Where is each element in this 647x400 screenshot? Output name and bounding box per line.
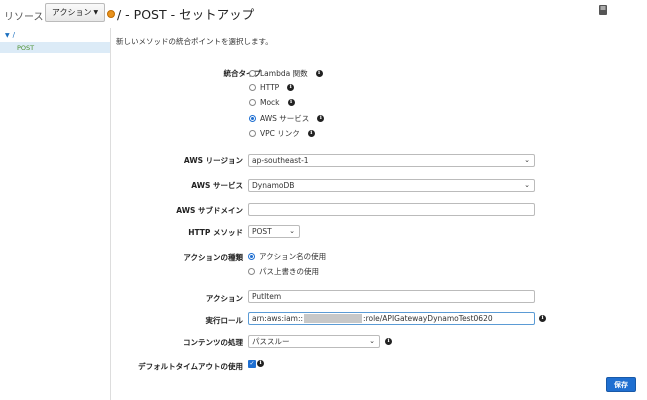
action-type-label: アクションの種類 [183, 253, 243, 262]
chevron-down-icon: ⌄ [289, 227, 295, 235]
action-label: アクション [205, 294, 243, 303]
status-dot-icon [107, 10, 115, 18]
content-handling-select[interactable]: パススルー ⌄ [248, 335, 380, 348]
default-timeout-checkbox[interactable]: ✓ [248, 360, 256, 368]
info-icon[interactable]: i [385, 338, 392, 345]
content-handling-label: コンテンツの処理 [183, 338, 243, 347]
radio-circle[interactable] [249, 70, 256, 77]
http-method-value: POST [252, 227, 272, 236]
intro-text: 新しいメソッドの統合ポイントを選択します。 [116, 37, 273, 46]
aws-region-label: AWS リージョン [183, 156, 243, 165]
aws-service-label: AWS サービス [191, 181, 243, 190]
radio-lambda-label: Lambda 関数 [260, 69, 308, 78]
http-method-label: HTTP メソッド [188, 228, 243, 237]
execution-role-prefix: arn:aws:iam:: [252, 314, 304, 323]
radio-lambda[interactable]: Lambda 関数 i [249, 68, 323, 79]
radio-use-path-override-label: パス上書きの使用 [259, 267, 319, 276]
radio-circle-selected[interactable] [249, 115, 256, 122]
info-icon[interactable]: i [315, 70, 323, 77]
chevron-down-icon: ⌄ [524, 181, 530, 189]
radio-mock[interactable]: Mock i [249, 98, 295, 107]
aws-region-select[interactable]: ap-southeast-1 ⌄ [248, 154, 535, 167]
top-bar: リソース アクション ▼ / - POST - セットアップ [0, 0, 647, 28]
info-icon[interactable]: i [317, 115, 325, 122]
aws-service-select[interactable]: DynamoDB ⌄ [248, 179, 535, 192]
tree-item-root-label: / [12, 31, 15, 39]
http-method-select[interactable]: POST ⌄ [248, 225, 300, 238]
page-title: / - POST - セットアップ [117, 7, 255, 22]
radio-vpc-link-label: VPC リンク [260, 129, 300, 138]
info-icon[interactable]: i [539, 315, 546, 322]
radio-aws-service[interactable]: AWS サービス i [249, 113, 325, 124]
action-input[interactable]: PutItem [248, 290, 535, 303]
radio-mock-label: Mock [260, 98, 280, 107]
radio-use-path-override[interactable]: パス上書きの使用 [248, 266, 319, 277]
aws-subdomain-input[interactable] [248, 203, 535, 216]
aws-subdomain-label: AWS サブドメイン [176, 206, 243, 215]
radio-use-action-name[interactable]: アクション名の使用 [248, 251, 326, 262]
actions-dropdown-button[interactable]: アクション ▼ [45, 3, 105, 22]
aws-service-value: DynamoDB [252, 181, 295, 190]
chevron-down-icon: ⌄ [369, 337, 375, 345]
book-icon[interactable] [598, 4, 608, 16]
radio-circle[interactable] [249, 130, 256, 137]
tree-item-post-label: POST [17, 44, 35, 52]
info-icon[interactable]: i [287, 99, 295, 106]
radio-circle[interactable] [248, 268, 255, 275]
integration-type-label: 統合タイプ [223, 69, 262, 78]
save-button[interactable]: 保存 [606, 377, 636, 392]
radio-circle[interactable] [249, 84, 256, 91]
default-timeout-label: デフォルトタイムアウトの使用 [138, 362, 243, 371]
info-icon[interactable]: i [257, 360, 264, 367]
content-handling-value: パススルー [252, 337, 290, 346]
chevron-down-icon: ⌄ [524, 156, 530, 164]
execution-role-label: 実行ロール [205, 316, 244, 325]
execution-role-input[interactable]: arn:aws:iam:::role/APIGatewayDynamoTest0… [248, 312, 535, 325]
radio-vpc-link[interactable]: VPC リンク i [249, 128, 315, 139]
aws-region-value: ap-southeast-1 [252, 156, 309, 165]
caret-down-icon: ▼ [93, 9, 99, 16]
redacted-account-id [304, 314, 363, 323]
expand-triangle-icon[interactable]: ▼ [5, 32, 10, 39]
setup-form: 新しいメソッドの統合ポイントを選択します。 統合タイプ Lambda 関数 i … [111, 28, 647, 400]
radio-circle[interactable] [249, 99, 256, 106]
info-icon[interactable]: i [287, 84, 295, 91]
tree-item-root[interactable]: ▼ / [5, 31, 15, 39]
radio-circle-selected[interactable] [248, 253, 255, 260]
radio-http[interactable]: HTTP i [249, 83, 295, 92]
actions-button-label: アクション [51, 8, 92, 17]
info-icon[interactable]: i [307, 130, 315, 137]
execution-role-suffix: :role/APIGatewayDynamoTest0620 [363, 314, 493, 323]
radio-use-action-name-label: アクション名の使用 [259, 252, 327, 261]
radio-http-label: HTTP [260, 83, 280, 92]
resources-label: リソース [4, 12, 44, 23]
action-value: PutItem [252, 292, 282, 301]
radio-aws-service-label: AWS サービス [260, 114, 310, 123]
tree-item-post[interactable]: POST [0, 42, 110, 53]
